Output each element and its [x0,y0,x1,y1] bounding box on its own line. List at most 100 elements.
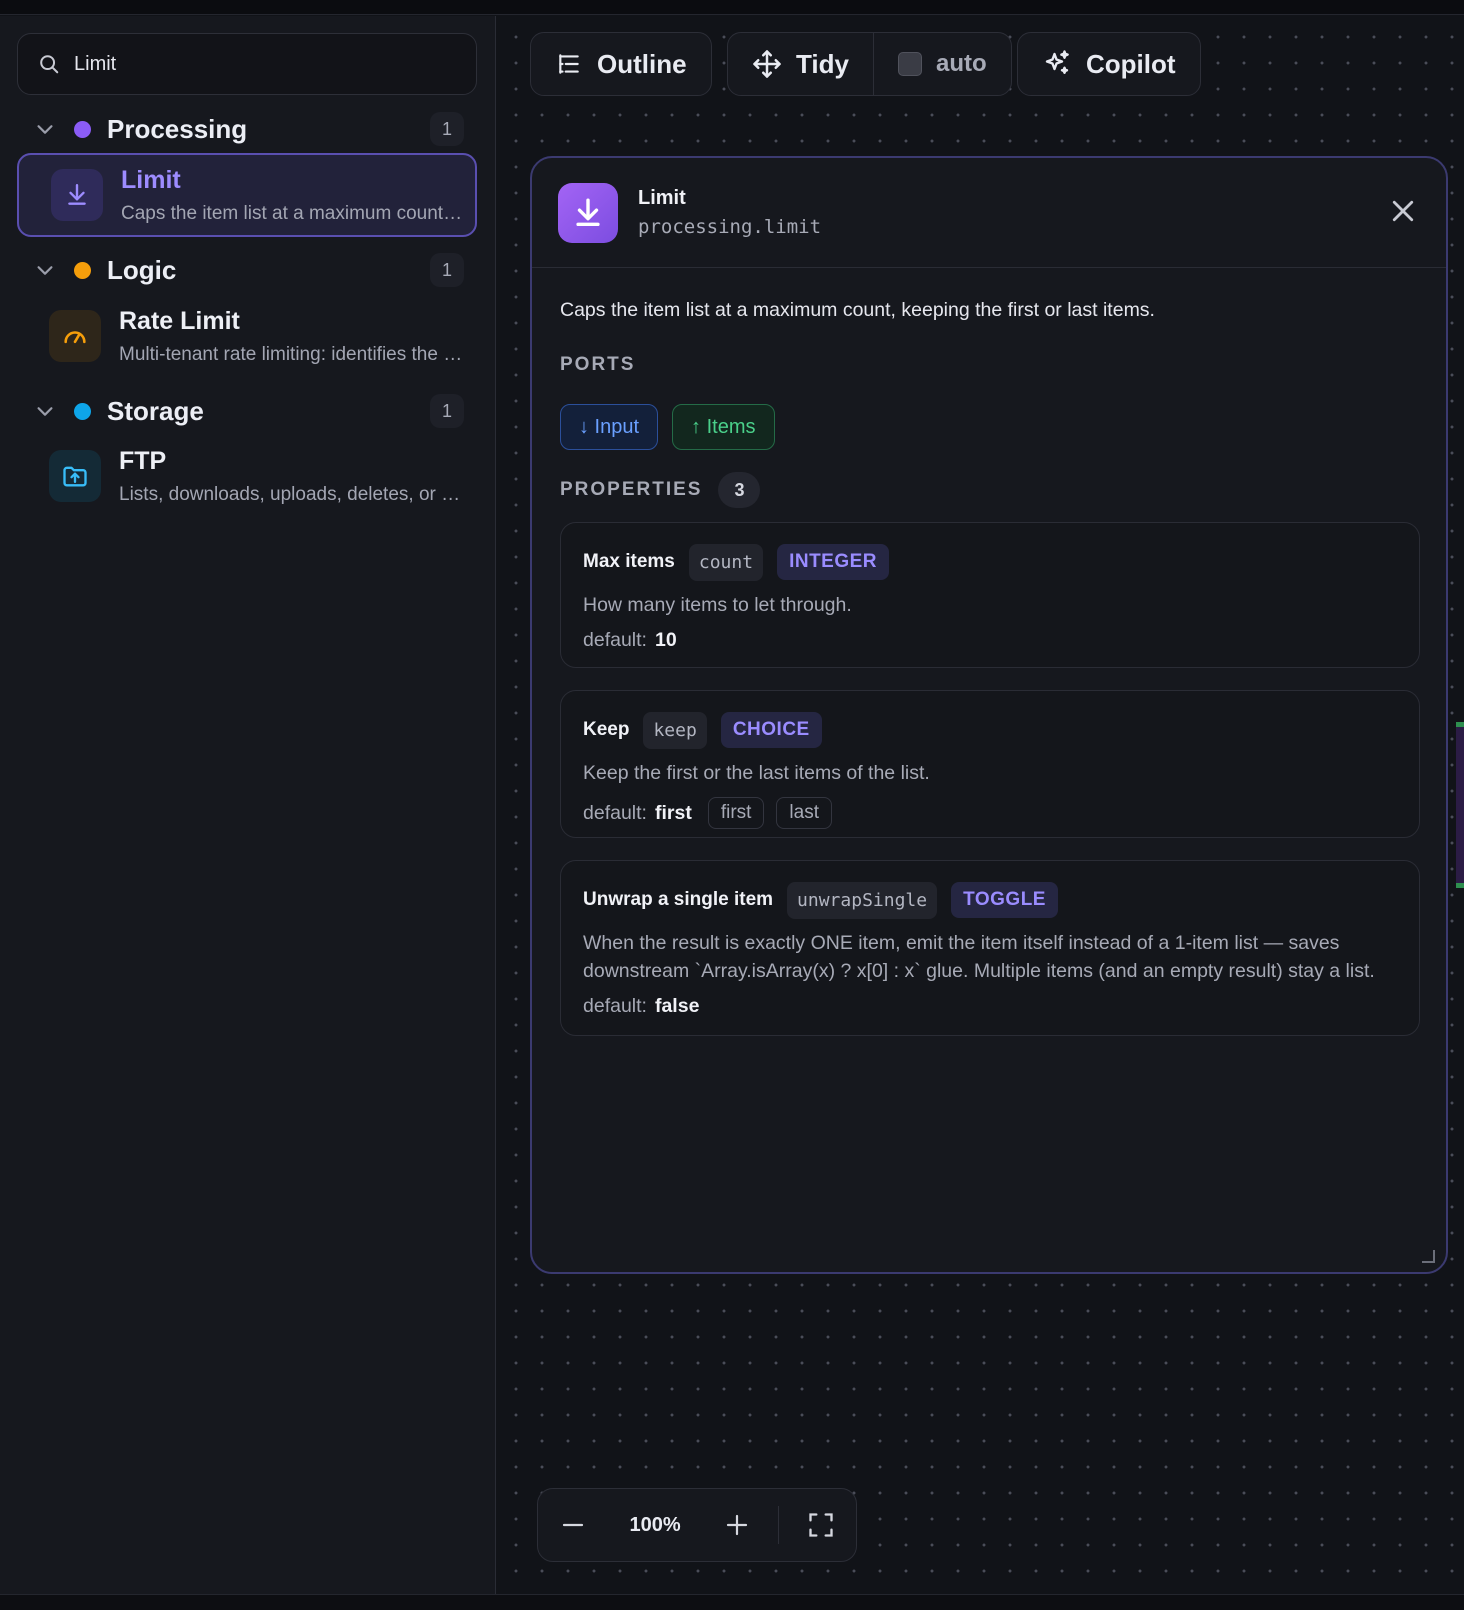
node-description: Caps the item list at a maximum count, k… [560,299,1155,321]
property-description: Keep the first or the last items of the … [583,762,930,784]
outline-label: Outline [597,48,687,79]
ports-list: ↓ Input ↑ Items [560,404,775,450]
folder-upload-icon [49,450,101,502]
property-type-badge: INTEGER [777,544,890,580]
window-bottom-border [0,1594,1464,1610]
fit-view-button[interactable] [785,1488,856,1562]
default-label: default: [583,629,647,651]
property-key: keep [643,711,707,749]
node-library-sidebar: Processing 1 Limit Caps the item list at… [0,16,496,1594]
property-name: Keep [583,719,630,740]
outline-icon [559,54,579,74]
property-description: How many items to let through. [583,594,852,616]
node-item-title: FTP [119,446,167,475]
node-item-ftp[interactable]: FTP Lists, downloads, uploads, deletes, … [17,434,477,518]
tidy-label: Tidy [796,48,849,79]
default-value: false [654,995,700,1017]
chevron-down-icon [37,407,53,416]
group-count: 1 [430,253,464,287]
gauge-icon [49,310,101,362]
property-name: Unwrap a single item [583,889,774,910]
ports-heading: PORTS [560,354,635,376]
properties-heading: PROPERTIES 3 [560,472,761,508]
node-item-limit[interactable]: Limit Caps the item list at a maximum co… [17,153,477,237]
node-item-description: Multi-tenant rate limiting: identifies t… [119,343,464,365]
choice-option[interactable]: first [707,797,765,829]
copilot-button[interactable]: Copilot [1017,32,1201,96]
group-count: 1 [430,112,464,146]
default-label: default: [583,995,647,1017]
default-value: first [654,801,692,824]
panel-header: Limit processing.limit [532,158,1446,268]
close-icon[interactable] [1388,196,1418,226]
property-description-line: downstream `Array.isArray(x) ? x[0] : x`… [583,960,1375,982]
property-type-badge: CHOICE [720,712,822,748]
default-label: default: [583,801,647,824]
auto-checkbox[interactable] [897,52,922,76]
node-item-description: Lists, downloads, uploads, deletes, or m… [119,483,464,505]
property-default: default: false [583,995,1397,1018]
property-description-line: When the result is exactly ONE item, emi… [583,932,1340,954]
node-item-rate-limit[interactable]: Rate Limit Multi-tenant rate limiting: i… [17,294,477,378]
tidy-group: Tidy auto [727,32,1012,96]
zoom-in-button[interactable] [701,1488,772,1562]
zoom-controls: 100% [537,1488,857,1562]
resize-handle-icon[interactable] [1420,1248,1436,1264]
auto-label: auto [935,50,987,77]
property-type-badge: TOGGLE [951,882,1058,918]
sparkles-icon [1045,50,1069,74]
node-item-description: Caps the item list at a maximum count, k… [121,202,466,224]
divider [778,1506,780,1544]
node-details-panel: Limit processing.limit Caps the item lis… [530,156,1448,1274]
properties-count: 3 [718,472,761,508]
ports-label: PORTS [560,354,636,375]
copilot-label: Copilot [1086,48,1176,79]
port-output[interactable]: ↑ Items [672,404,775,450]
chevron-down-icon [37,125,53,134]
chevron-down-icon [37,266,53,275]
auto-toggle[interactable]: auto [874,33,1011,95]
group-count: 1 [430,394,464,428]
minus-icon [563,1523,584,1527]
plus-icon [726,1514,747,1536]
category-color-dot [74,261,91,279]
port-input[interactable]: ↓ Input [560,404,659,450]
window-top-border [0,0,1464,15]
outline-button[interactable]: Outline [530,32,712,96]
group-name: Processing [107,113,248,144]
node-item-title: Limit [121,165,181,194]
search-icon [40,55,59,74]
property-default: default: 10 [583,629,1397,652]
group-header-storage[interactable]: Storage 1 [34,391,464,431]
group-name: Storage [107,395,204,426]
property-default: default: first first last [583,797,1397,829]
properties-label: PROPERTIES [560,479,703,500]
tidy-button[interactable]: Tidy [728,33,873,95]
default-value: 10 [654,629,677,651]
panel-title: Limit [638,187,686,209]
panel-node-type: processing.limit [638,216,822,238]
property-key: unwrapSingle [787,881,938,919]
fit-screen-icon [808,1513,833,1537]
property-description: When the result is exactly ONE item, emi… [583,929,1397,985]
choice-option[interactable]: last [776,797,832,829]
download-icon [51,169,103,221]
property-card: Keep keep CHOICE Keep the first or the l… [560,690,1420,838]
group-header-logic[interactable]: Logic 1 [34,250,464,290]
search-box[interactable] [17,33,477,95]
zoom-level: 100% [629,1513,681,1536]
download-icon [558,182,618,243]
move-icon [753,50,781,78]
group-header-processing[interactable]: Processing 1 [34,109,464,149]
property-key: count [688,543,764,581]
canvas-toolbar: Outline [530,32,712,96]
category-color-dot [74,120,91,138]
zoom-out-button[interactable] [538,1488,609,1562]
property-card: Max items count INTEGER How many items t… [560,522,1420,668]
property-name: Max items [583,551,675,572]
search-input[interactable] [74,52,434,76]
category-color-dot [74,402,91,420]
canvas-node-partial[interactable] [1456,722,1464,888]
property-card: Unwrap a single item unwrapSingle TOGGLE… [560,860,1420,1036]
group-name: Logic [107,254,177,285]
